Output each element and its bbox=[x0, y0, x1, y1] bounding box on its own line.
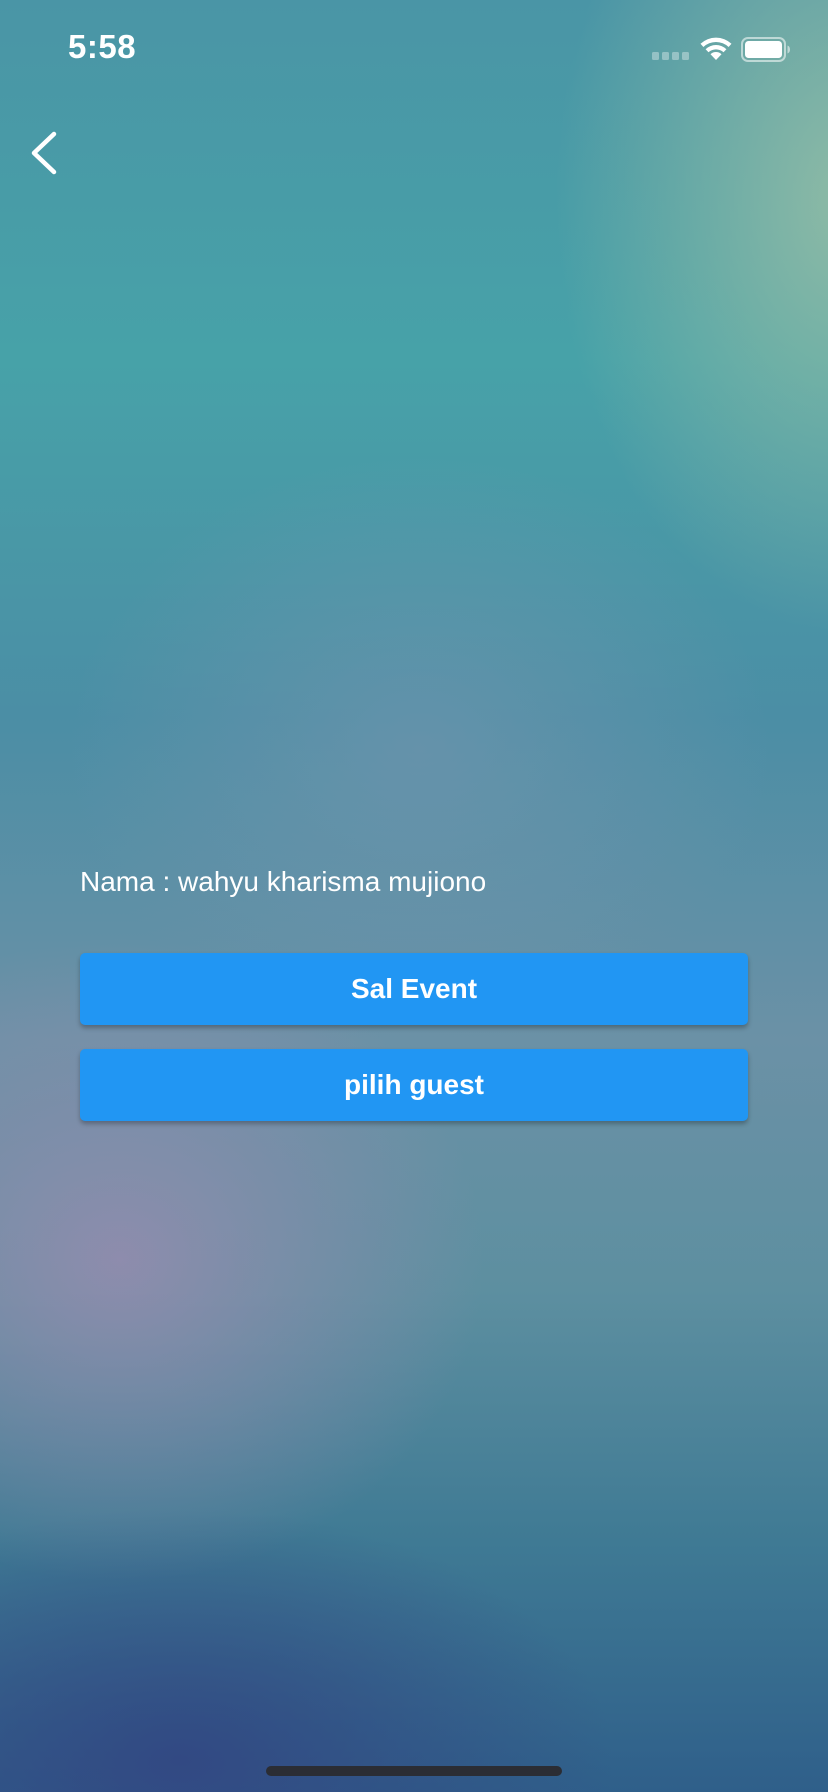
back-button[interactable] bbox=[22, 122, 86, 186]
pilih-guest-button[interactable]: pilih guest bbox=[80, 1049, 748, 1121]
status-time: 5:58 bbox=[68, 28, 137, 65]
status-bar: 5:58 bbox=[0, 0, 828, 100]
sal-event-button[interactable]: Sal Event bbox=[80, 953, 748, 1025]
home-indicator[interactable] bbox=[266, 1766, 562, 1776]
user-name-label: Nama : wahyu kharisma mujiono bbox=[80, 866, 487, 897]
wifi-icon bbox=[700, 37, 732, 60]
battery-icon bbox=[741, 37, 790, 62]
signal-icon bbox=[652, 52, 692, 62]
chevron-left-icon bbox=[31, 131, 57, 175]
app-screen: 5:58 Nama : wahyu kharisma mujiono Sal E… bbox=[0, 0, 828, 1792]
